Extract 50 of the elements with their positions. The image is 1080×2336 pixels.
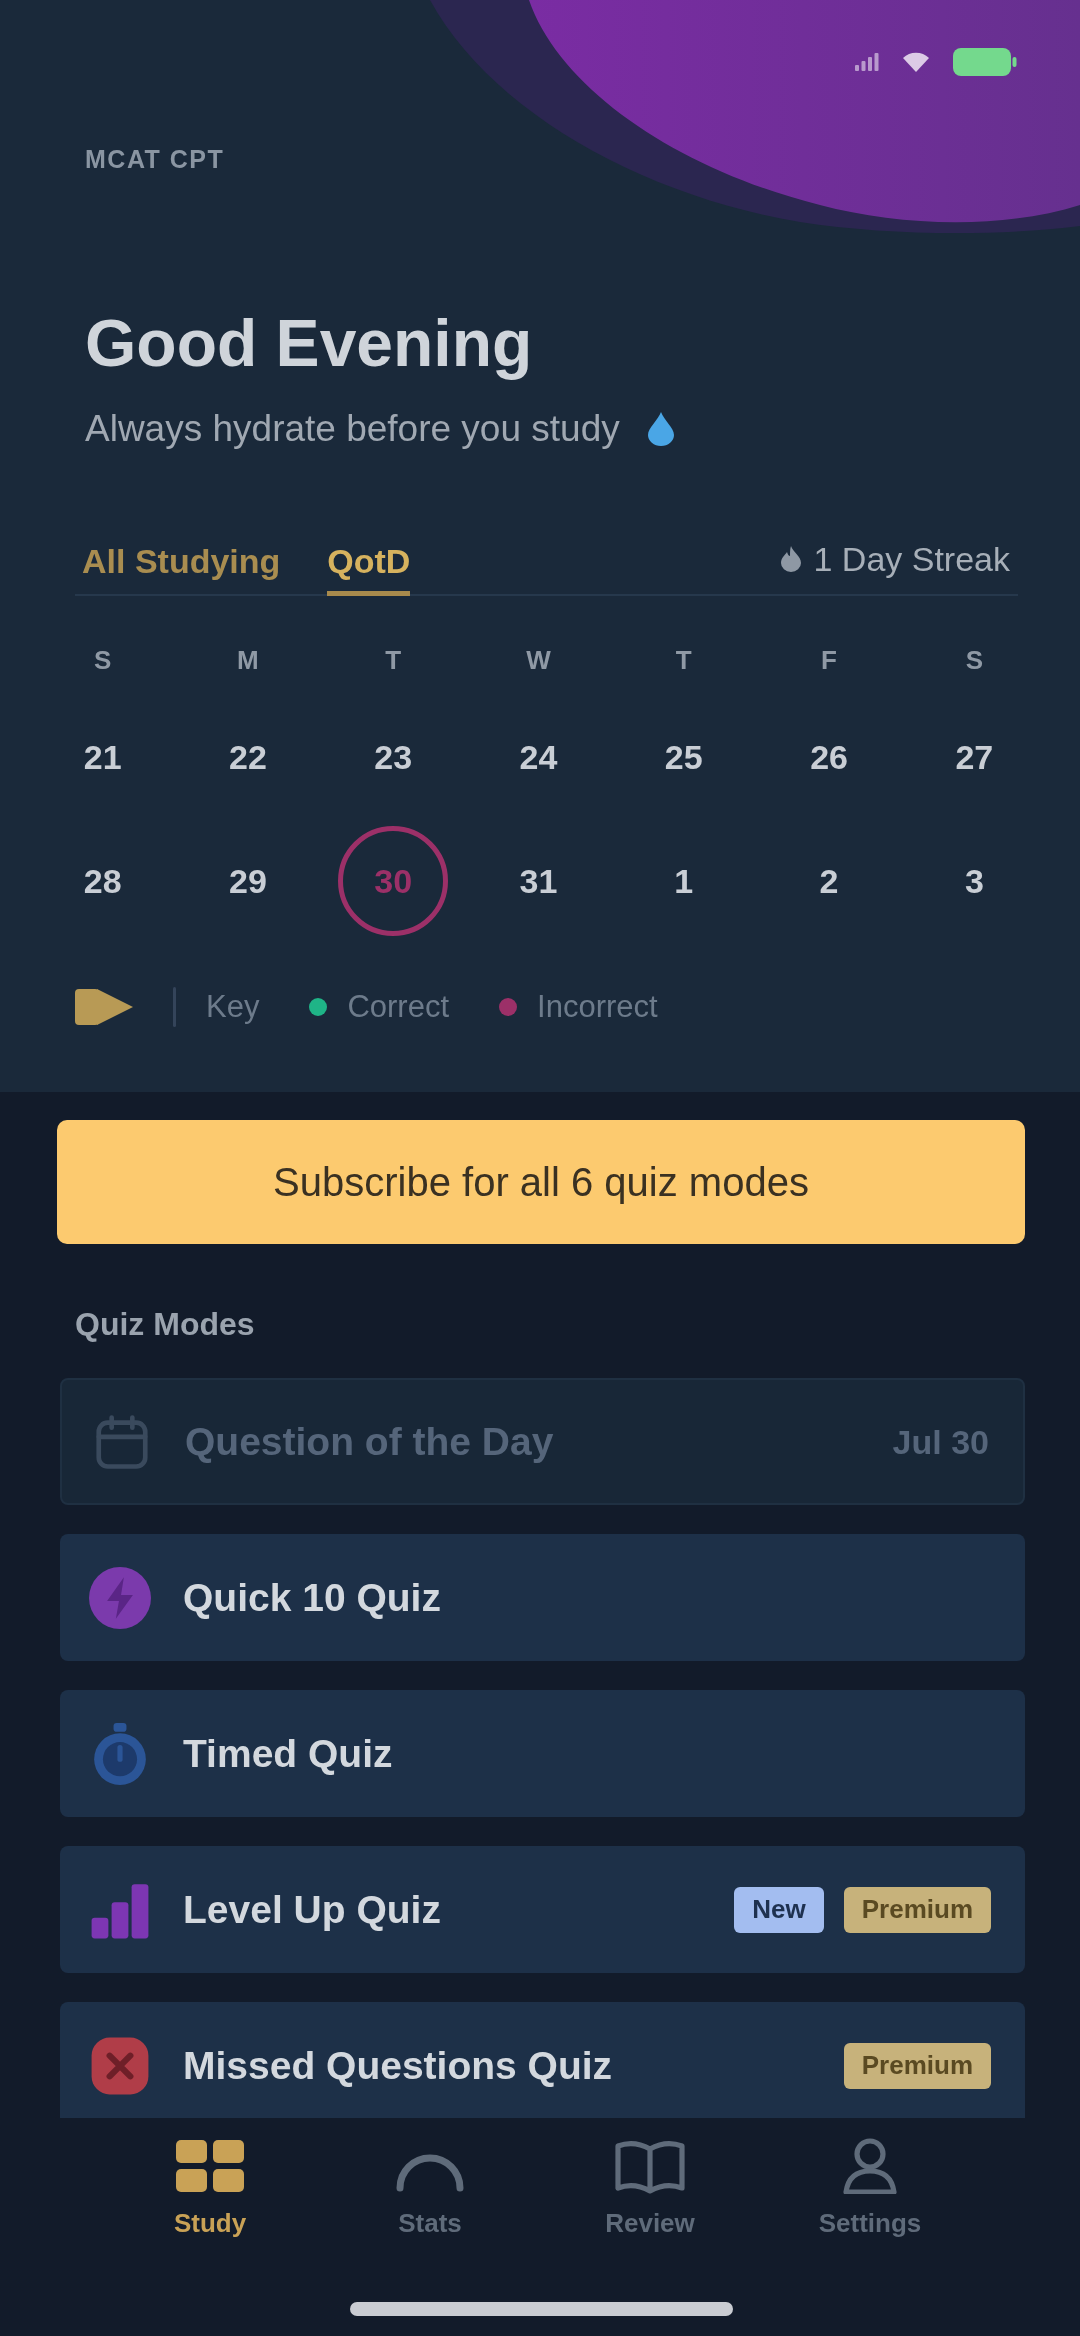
calendar-day: 21 [83,737,122,777]
calendar-day: 25 [664,737,703,777]
calendar-day: 1 [674,861,694,901]
section-title: Quiz Modes [75,1305,255,1343]
calendar-day: 2 [819,861,839,901]
legend-label: Incorrect [537,988,658,1026]
caption-label: MCAT CPT [85,145,225,173]
tip-text: Always hydrate before you study [85,407,620,451]
calendar-day: 27 [955,737,994,777]
pennant-icon [75,986,133,1028]
calendar-day: 24 [519,737,558,777]
calendar-day: 3 [964,861,984,901]
weekday-label: S [93,644,112,676]
calendar-day: 29 [229,861,267,901]
calendar-day: 23 [374,737,413,777]
quiz-mode-card[interactable]: Missed Questions Quiz Premium [60,2002,1025,2118]
calendar-day: 30 [338,826,449,936]
legend-label: Correct [347,988,450,1026]
premium-badge: Premium [843,1886,991,1933]
calendar-day: 22 [229,737,267,777]
date-label: Jul 30 [892,1421,989,1462]
water-drop-icon [647,412,674,446]
calendar-day: 26 [810,737,848,777]
signal-icon [855,53,879,71]
subscribe-button[interactable]: Subscribe for all 6 quiz modes [57,1120,1025,1244]
flame-icon [781,546,802,572]
lightning-icon [89,1566,151,1629]
quiz-mode-card[interactable]: Level Up Quiz New Premium [60,1846,1025,1973]
calendar-day: 28 [83,861,122,901]
weekday-label: T [385,644,402,676]
weekday-label: W [526,644,551,676]
premium-badge: Premium [843,2042,991,2089]
weekday-label: M [237,644,259,676]
streak-label: 1 Day Streak [813,539,1010,579]
weekday-label: T [675,644,692,676]
greeting-title: Good Evening [85,307,533,379]
weekday-label: F [821,644,837,676]
weekday-label: S [965,644,983,676]
open-book-icon [614,2138,686,2194]
wifi-icon [903,52,929,72]
calendar-day: 31 [519,861,558,901]
tab[interactable]: QotD [327,541,411,596]
quiz-mode-card[interactable]: Timed Quiz [60,1690,1025,1817]
new-badge: New [734,1886,824,1933]
tab-bar-item[interactable]: Study [100,2118,320,2238]
quiz-mode-card[interactable]: Quick 10 Quiz [60,1534,1025,1661]
battery-icon [953,48,1017,76]
legend-title: Key [206,988,260,1026]
grid-icon [174,2138,246,2194]
tab[interactable]: All Studying [82,541,281,596]
